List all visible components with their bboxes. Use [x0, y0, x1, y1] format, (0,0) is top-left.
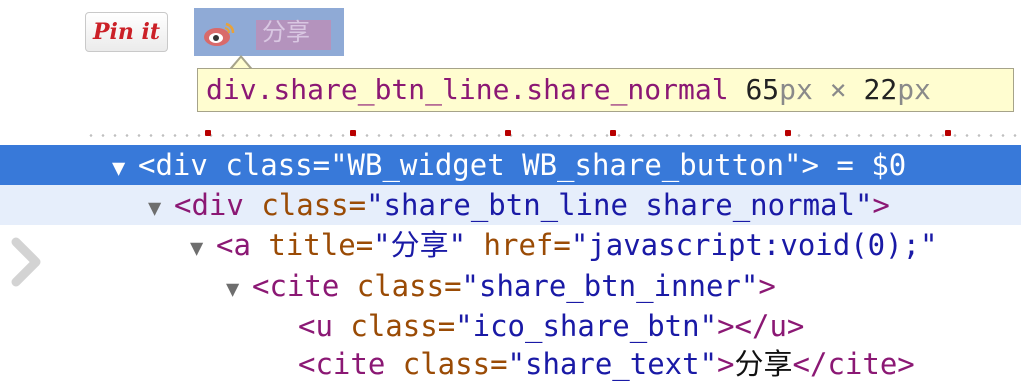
tag-open: <a [216, 228, 269, 262]
attr-value: "share_btn_inner" [461, 269, 759, 303]
element-size-tooltip: div.share_btn_line.share_normal 65px × 2… [197, 68, 1014, 112]
attr-value: "分享" [373, 228, 467, 262]
expand-triangle-icon[interactable]: ▼ [112, 149, 138, 189]
tag-open: <cite [252, 269, 357, 303]
tag-close: > [758, 269, 776, 303]
truncated-row-separator [85, 130, 1021, 142]
tag-open: <div [138, 148, 226, 182]
tag-close: > [801, 148, 819, 182]
attr-value: "javascript:void(0);" [570, 228, 938, 262]
dom-node-row[interactable]: <u class="ico_share_btn"></u> [0, 306, 1021, 346]
dom-node-row[interactable]: ▼ <a title="分享" href="javascript:void(0);… [0, 225, 1021, 265]
tooltip-height-value: 22 [863, 73, 898, 106]
console-ref: = $0 [818, 148, 907, 182]
attr-name: class= [225, 148, 331, 182]
attr-name: class= [356, 269, 462, 303]
tooltip-width-value: 65 [745, 73, 780, 106]
chevron-right-icon[interactable] [6, 236, 46, 288]
dom-node-row[interactable]: ▼ <div class="share_btn_line share_normal… [0, 185, 1021, 225]
devtools-screenshot: Pin it 分享 div.share_btn_line.share_norma… [0, 0, 1021, 383]
pinit-button[interactable]: Pin it [85, 12, 168, 52]
share-label: 分享 [262, 18, 310, 46]
tag-open: <div [174, 188, 262, 222]
dom-node-row[interactable]: ▼ <cite class="share_btn_inner"> [0, 266, 1021, 306]
text-node: 分享 [734, 347, 793, 381]
attr-value: "WB_widget WB_share_button" [330, 148, 802, 182]
weibo-eye-icon [204, 22, 235, 46]
dom-node-row[interactable]: <cite class="share_text">分享</cite> [0, 344, 1021, 383]
attr-name: title= [268, 228, 374, 262]
tooltip-height-unit: px [897, 73, 931, 106]
expand-triangle-icon[interactable]: ▼ [226, 270, 252, 310]
tag-end: </cite> [792, 347, 915, 381]
attr-name: class= [350, 309, 456, 343]
attr-name: href= [466, 228, 571, 262]
attr-name: class= [402, 347, 508, 381]
dom-node-row-selected[interactable]: ▼ <div class="WB_widget WB_share_button">… [0, 145, 1021, 185]
tag-close: > [872, 188, 890, 222]
tag-close: ></u> [717, 309, 805, 343]
expand-triangle-icon[interactable]: ▼ [190, 229, 216, 269]
tag-close: > [717, 347, 735, 381]
attr-value: "share_btn_line share_normal" [366, 188, 873, 222]
attr-name: class= [261, 188, 367, 222]
tooltip-width-unit: px [779, 73, 813, 106]
attr-value: "ico_share_btn" [455, 309, 718, 343]
tooltip-selector: div.share_btn_line.share_normal [206, 73, 729, 106]
tag-open: <cite [298, 347, 403, 381]
tooltip-times: × [829, 73, 847, 106]
inspected-element-highlight[interactable]: 分享 [194, 8, 344, 56]
expand-triangle-icon[interactable]: ▼ [148, 189, 174, 229]
attr-value: "share_text" [507, 347, 718, 381]
tag-open: <u [298, 309, 351, 343]
